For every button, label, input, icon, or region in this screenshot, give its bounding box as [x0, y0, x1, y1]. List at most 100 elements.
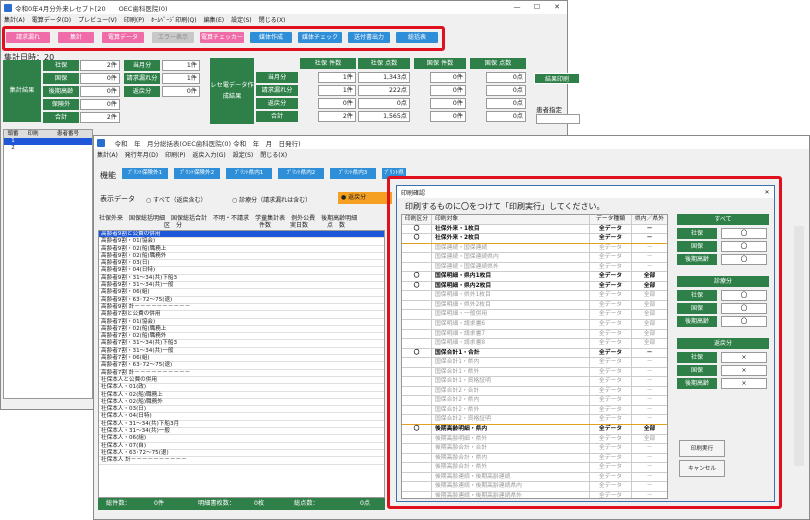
- summary-footer: 総件数： 0件 明細書枚数： 0枚 総点数： 0点: [98, 498, 385, 510]
- menu-print[interactable]: 印刷(P): [165, 150, 185, 159]
- tab-exception[interactable]: 例外公費: [291, 213, 315, 222]
- menu-aggregate[interactable]: 集計(A): [97, 150, 118, 159]
- maximize-icon[interactable]: ☐: [527, 1, 547, 14]
- rezept-cell: 0点: [486, 85, 526, 96]
- close-icon[interactable]: ✕: [547, 1, 567, 14]
- menu-close[interactable]: 閉じる(X): [260, 150, 287, 159]
- summary-value-shaho: 2件: [80, 60, 120, 71]
- menu-settings[interactable]: 設定(S): [233, 150, 254, 159]
- table-row[interactable]: 社保本人 計－－－－－－－－－－: [99, 457, 384, 465]
- col2-label-returned: 返戻分: [124, 86, 160, 97]
- table-row[interactable]: 社保本人・06(組): [99, 435, 384, 443]
- vertical-scrollbar[interactable]: [794, 226, 804, 466]
- tab-elderly-detail[interactable]: 後期高齢明細: [321, 213, 357, 222]
- func-button-5[interactable]: ﾌﾟﾘﾝﾄ県内3: [330, 168, 376, 179]
- app-icon: [4, 3, 12, 12]
- rezept-cell: 0件: [430, 85, 466, 96]
- table-row[interactable]: 高齢者9割・63･72～75(退): [99, 297, 384, 304]
- grid-header-patient: 患者番号: [56, 131, 79, 137]
- grid-cell: 2: [11, 145, 15, 151]
- table-row[interactable]: 社保本人・01(政): [99, 384, 384, 392]
- menu-aggregate[interactable]: 集計(A): [4, 15, 25, 24]
- summary-label-elderly: 後期高齢: [43, 86, 79, 97]
- tab-shaho[interactable]: 社保外来: [99, 213, 123, 222]
- summary-menubar: 集計(A) 発行年月(D) 印刷(P) 返戻入力(G) 設定(S) 閉じる(X): [94, 149, 809, 160]
- rezept-header-kokuho-points: 国保 点数: [470, 58, 526, 69]
- rezept-cell: 0点: [486, 111, 526, 122]
- table-row[interactable]: 高齢者7割 計－－－－－－－－－－: [99, 370, 384, 377]
- col-points: 点 数: [326, 222, 345, 229]
- summary-group-label: 集計結果: [3, 60, 41, 122]
- table-row[interactable]: 2: [4, 145, 92, 152]
- table-row[interactable]: 社保本人・31～34(共)下船3月: [99, 421, 384, 429]
- table-row[interactable]: 高齢者9割・04(日特): [99, 267, 384, 275]
- table-row[interactable]: 高齢者7割・31～34(共)一般: [99, 348, 384, 356]
- col2-value-current: 1件: [162, 60, 200, 71]
- radio-returned[interactable]: ● 返戻分: [338, 192, 392, 204]
- menu-issue-date[interactable]: 発行年月(D): [125, 150, 158, 159]
- menu-close[interactable]: 閉じる(X): [259, 15, 286, 24]
- tab-unknown[interactable]: 不明・不請求: [213, 213, 249, 222]
- tab-kokuho-total[interactable]: 国保総括合計: [171, 213, 207, 222]
- table-row[interactable]: 高齢者9割・31～34(共)下船3: [99, 275, 384, 283]
- rezept-header-shaho-points: 社保 点数: [358, 58, 410, 69]
- menu-edit[interactable]: 編集(E): [204, 15, 224, 24]
- col2-label-current: 当月分: [124, 60, 160, 71]
- radio-all-label: すべて（返戻含む）: [153, 197, 207, 204]
- minimize-icon[interactable]: —: [507, 1, 527, 14]
- display-data-label: 表示データ: [100, 195, 135, 203]
- menu-preview[interactable]: プレビュー(V): [78, 15, 117, 24]
- rezept-cell: 1件: [318, 85, 356, 96]
- summary-value-elderly: 0件: [80, 86, 120, 97]
- result-print-button[interactable]: 結果印刷: [534, 73, 580, 84]
- patient-specify-input[interactable]: [536, 114, 580, 124]
- summary-label-shaho: 社保: [43, 60, 79, 71]
- table-row[interactable]: 高齢者9割・02(船)職務上: [99, 246, 384, 253]
- table-row[interactable]: 1: [4, 138, 92, 145]
- menu-print[interactable]: 印刷(P): [124, 15, 144, 24]
- col-days: 実日数: [289, 222, 308, 229]
- table-row[interactable]: 社保本人・04(日特): [99, 413, 384, 421]
- grid-cell: 1: [11, 138, 15, 144]
- menu-settings[interactable]: 設定(S): [231, 15, 252, 24]
- summary-label-total: 合計: [43, 112, 79, 123]
- grid-header-print: 印刷: [27, 131, 39, 137]
- col-count: 件数: [258, 222, 271, 229]
- menu-return-input[interactable]: 返戻入力(G): [192, 150, 225, 159]
- rezept-cell: 1,343点: [358, 72, 410, 83]
- rezept-cell: 0件: [430, 111, 466, 122]
- tab-student[interactable]: 学童集計表: [255, 213, 285, 222]
- total-points-value: 0点: [360, 500, 371, 507]
- menu-edata[interactable]: 電算データ(D): [32, 15, 71, 24]
- detail-count-value: 0枚: [254, 500, 265, 507]
- func-label: 機能: [100, 171, 116, 180]
- rezept-cell: 2件: [318, 111, 356, 122]
- func-button-1[interactable]: ﾌﾟﾘﾝﾄ保険外1: [122, 168, 168, 179]
- app-icon: [97, 138, 105, 147]
- table-row[interactable]: 高齢者9割・06(組): [99, 289, 384, 297]
- menu-home-print[interactable]: ﾎｰﾑﾍﾟｰｼﾞ印刷(Q): [151, 15, 196, 24]
- table-row[interactable]: 社保本人・02(船)職務上: [99, 392, 384, 399]
- table-row[interactable]: 高齢者7割・31～34(共)下船3: [99, 340, 384, 348]
- rezept-cell: 0件: [430, 72, 466, 83]
- main-menubar: 集計(A) 電算データ(D) プレビュー(V) 印刷(P) ﾎｰﾑﾍﾟｰｼﾞ印刷…: [1, 14, 567, 25]
- table-row[interactable]: 高齢者7割・01(協会): [99, 319, 384, 326]
- table-row[interactable]: 社保本人・07(自): [99, 443, 384, 450]
- func-button-4[interactable]: ﾌﾟﾘﾝﾄ県内2: [278, 168, 324, 179]
- table-row[interactable]: 高齢者7割と公費の併用: [99, 311, 384, 319]
- func-button-2[interactable]: ﾌﾟﾘﾝﾄ保険外2: [174, 168, 220, 179]
- main-title: 令和0年4月分外来レセプト[20 OEC歯科医院(0): [15, 4, 168, 13]
- table-row[interactable]: 高齢者9割・01(協会): [99, 238, 384, 246]
- table-row[interactable]: 高齢者7割・63･72～75(退): [99, 362, 384, 370]
- rezept-row-label: 請求漏れ分: [256, 85, 298, 96]
- radio-treatment[interactable]: ○ 診療分（請求漏れは含む）: [232, 195, 311, 204]
- radio-returned-label: 返戻分: [348, 194, 367, 201]
- tab-kokuho-detail[interactable]: 国保総括明細: [129, 213, 165, 222]
- radio-all[interactable]: ○ すべて（返戻含む）: [146, 195, 207, 204]
- rezept-cell: 0点: [358, 98, 410, 109]
- rezept-cell: 222点: [358, 85, 410, 96]
- rezept-cell: 0件: [430, 98, 466, 109]
- rezept-cell: 1件: [318, 72, 356, 83]
- summary-label-uninsured: 保険外: [43, 99, 79, 110]
- func-button-3[interactable]: ﾌﾟﾘﾝﾄ県内1: [226, 168, 272, 179]
